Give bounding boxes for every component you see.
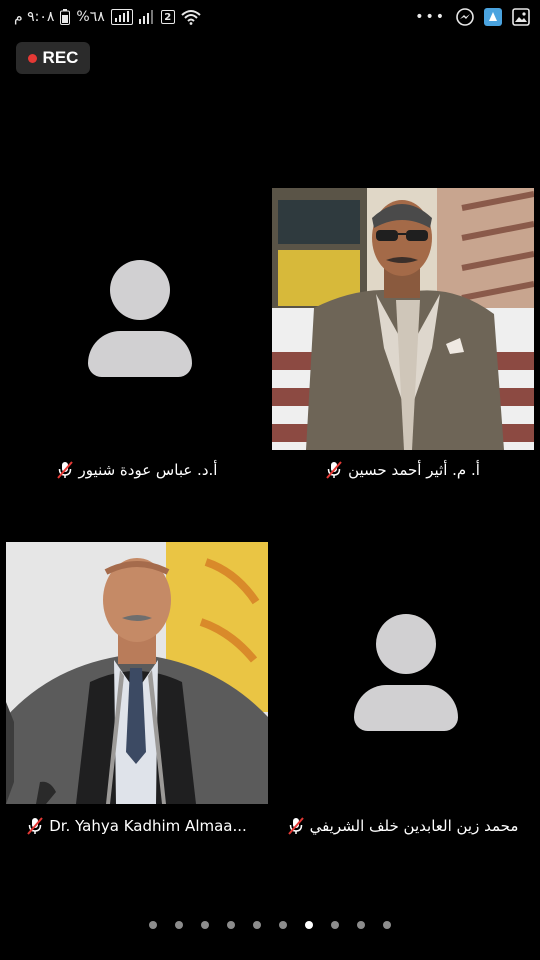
record-dot-icon (27, 53, 37, 63)
muted-mic-icon (326, 461, 342, 479)
default-avatar-head (376, 614, 436, 674)
default-avatar-body (88, 331, 192, 377)
participant-name: Dr. Yahya Kadhim Almaa... (49, 817, 247, 835)
participant-name: أ.د. عباس عودة شنيور (78, 461, 218, 479)
sim-badge: 2 (160, 10, 175, 24)
participant-tile[interactable] (272, 188, 535, 450)
page-dot[interactable] (201, 921, 209, 929)
page-dot[interactable] (227, 921, 235, 929)
page-dot[interactable] (253, 921, 261, 929)
messenger-icon (456, 8, 474, 26)
recording-label: REC (42, 48, 79, 67)
participant-name-row: Dr. Yahya Kadhim Almaa... (6, 814, 268, 838)
participant-name-row: محمد زين العابدين خلف الشريفي (272, 814, 534, 838)
gallery-icon (512, 8, 530, 26)
page-dot[interactable] (383, 921, 391, 929)
default-avatar-body (354, 685, 458, 731)
page-dot[interactable] (305, 921, 313, 929)
status-left: ٩:٠٨ م %٦٨ 2 (14, 9, 201, 25)
participant-video (6, 542, 268, 804)
page-dot[interactable] (331, 921, 339, 929)
default-avatar-head (110, 260, 170, 320)
overflow-dots: ••• (415, 9, 446, 25)
participant-name-row: أ. م. أثير أحمد حسين (272, 458, 534, 482)
participant-tile[interactable] (6, 188, 268, 450)
status-right: ••• (415, 8, 530, 26)
participant-tile[interactable] (272, 542, 534, 804)
clock: ٩:٠٨ م (14, 9, 55, 25)
participant-name: أ. م. أثير أحمد حسين (348, 461, 480, 479)
signal-hd-icon (110, 9, 133, 25)
muted-mic-icon (27, 817, 43, 835)
page-dot[interactable] (175, 921, 183, 929)
participant-video (272, 188, 535, 450)
page-indicator[interactable] (0, 921, 540, 933)
page-dot[interactable] (149, 921, 157, 929)
participant-name: محمد زين العابدين خلف الشريفي (309, 817, 519, 835)
muted-mic-icon (56, 461, 73, 479)
participant-tile[interactable] (6, 542, 268, 804)
wifi-icon (181, 9, 201, 25)
page-dot[interactable] (357, 921, 365, 929)
app-notification-icon (484, 8, 502, 26)
status-bar: ٩:٠٨ م %٦٨ 2 ••• (0, 0, 540, 34)
muted-mic-icon (287, 817, 304, 835)
recording-indicator[interactable]: REC (16, 42, 90, 74)
page-dot[interactable] (279, 921, 287, 929)
battery-percent: %٦٨ (76, 9, 105, 25)
participant-name-row: أ.د. عباس عودة شنيور (6, 458, 268, 482)
signal-bars-icon (138, 10, 155, 24)
battery-icon (60, 9, 71, 25)
